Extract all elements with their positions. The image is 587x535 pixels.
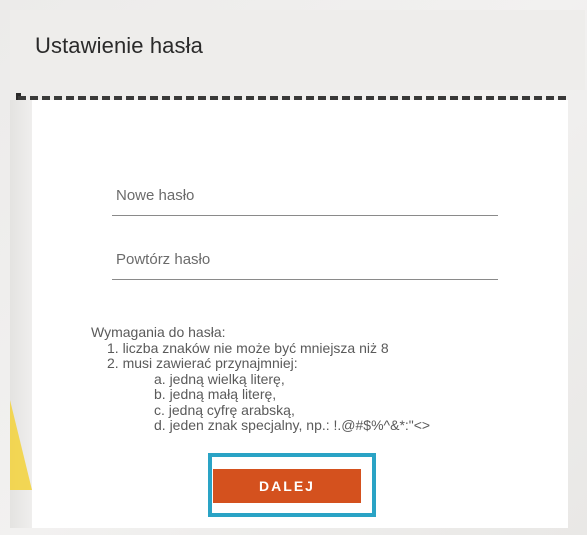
decorative-triangle [10,400,32,490]
password-requirements: Wymagania do hasła: 1. liczba znaków nie… [91,324,511,434]
page-title: Ustawienie hasła [35,33,203,58]
requirements-heading: Wymagania do hasła: [91,324,226,340]
requirement-sub-d: d. jeden znak specjalny, np.: !.@#$%^&*:… [154,417,431,433]
requirement-rule-2: 2. musi zawierać przynajmniej: [107,355,298,371]
requirement-sub-a: a. jedną wielką literę, [154,370,285,387]
new-password-field[interactable] [112,176,498,216]
repeat-password-field[interactable] [112,240,498,280]
requirement-rule-1: 1. liczba znaków nie może być mniejsza n… [107,339,389,356]
next-button[interactable]: DALEJ [213,469,361,503]
requirement-sub-c: c. jedną cyfrę arabską, [154,401,295,418]
requirement-sub-b: b. jedną małą literę, [154,386,277,402]
